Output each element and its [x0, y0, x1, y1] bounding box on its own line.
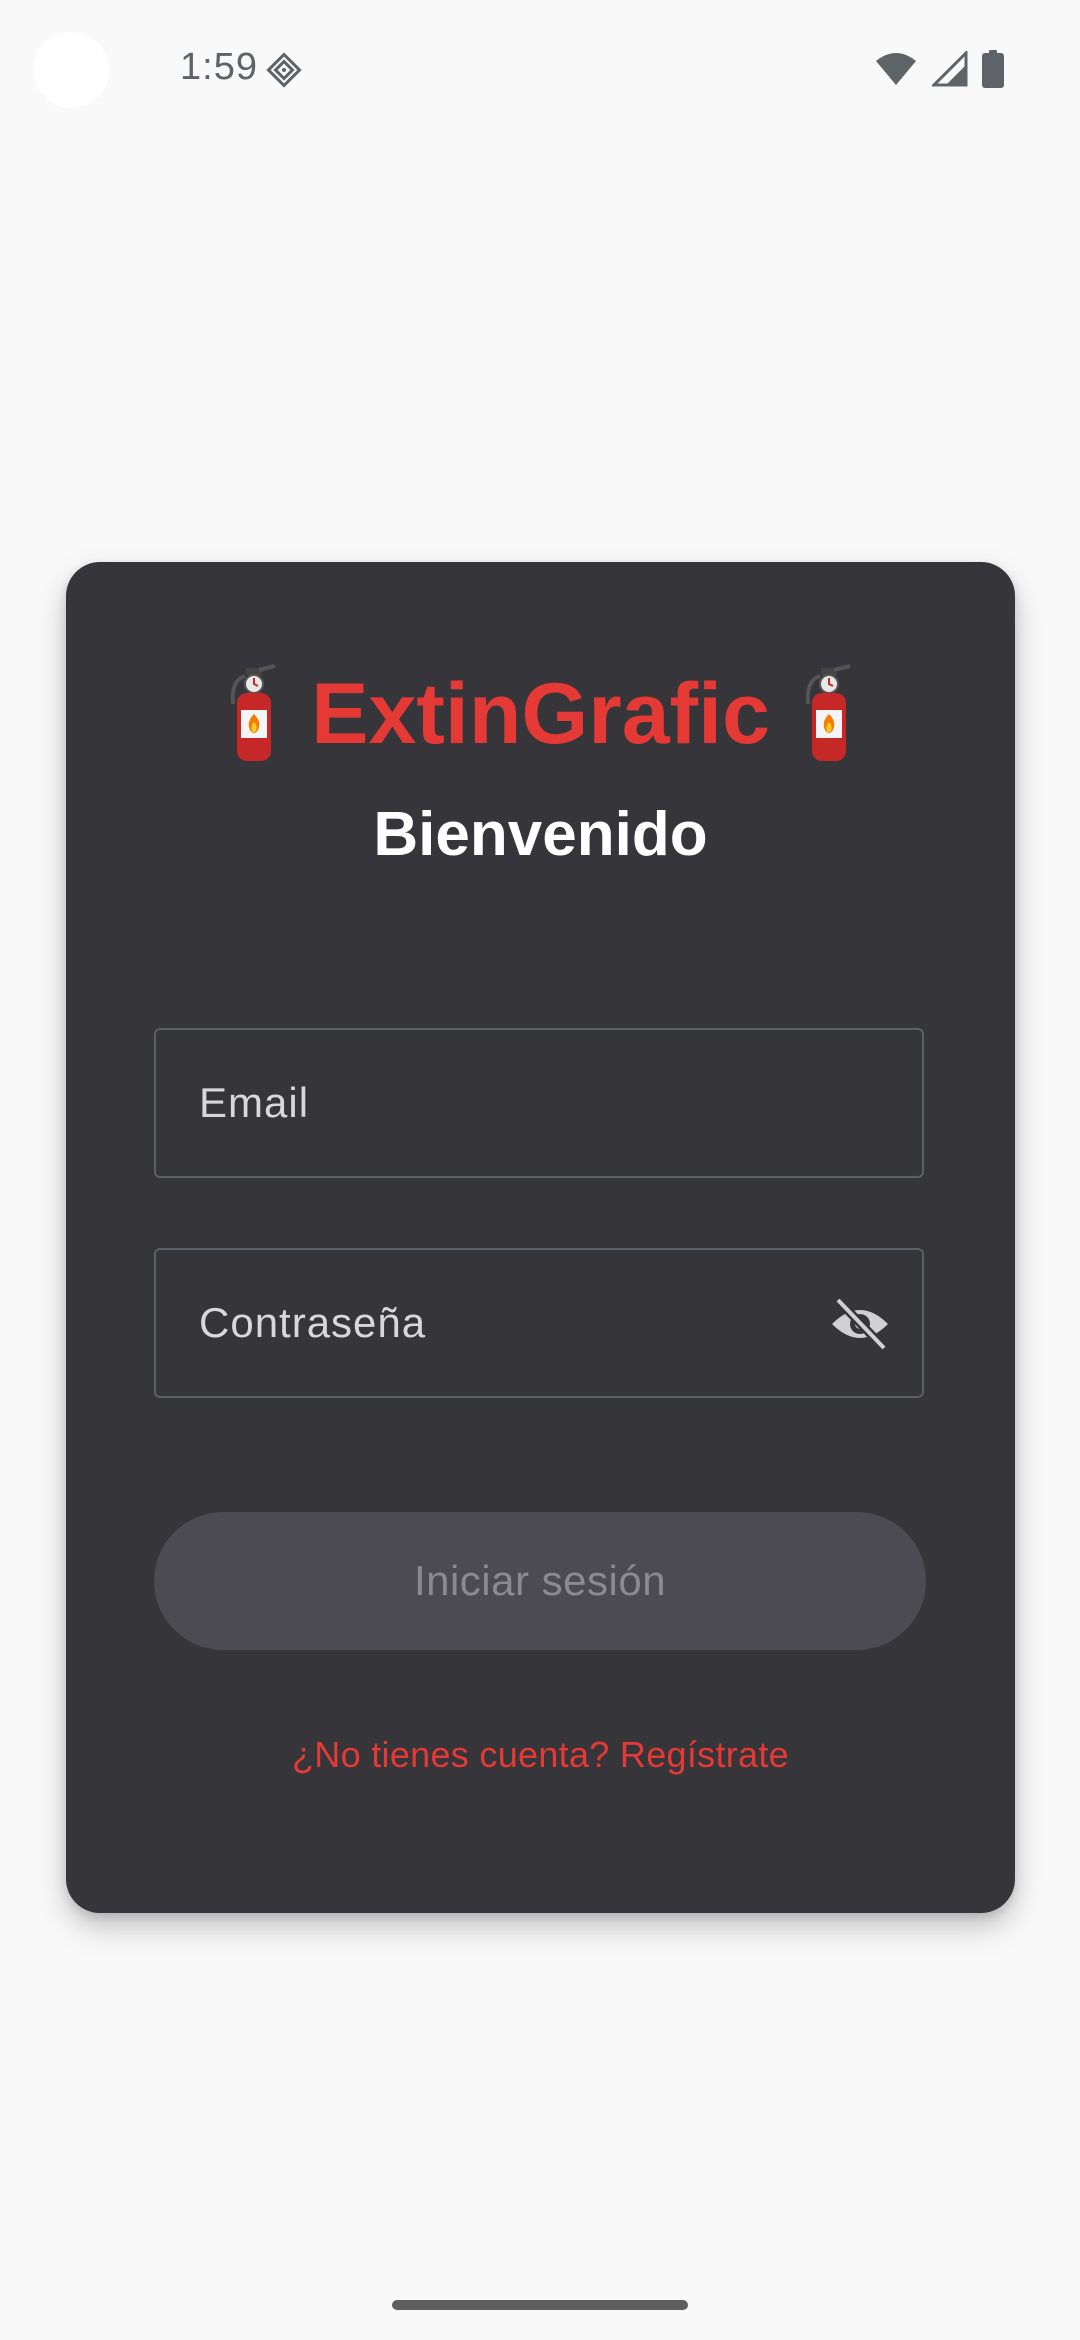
welcome-heading: Bienvenido: [373, 800, 708, 869]
home-indicator[interactable]: [392, 2300, 688, 2310]
wifi-icon: [876, 53, 916, 85]
password-field[interactable]: Contraseña: [154, 1248, 924, 1398]
fire-extinguisher-icon: [230, 664, 276, 761]
register-link[interactable]: ¿No tienes cuenta? Regístrate: [66, 1734, 1015, 1776]
signal-icon: [932, 51, 968, 87]
brand-header: ExtinGrafic: [66, 654, 1015, 774]
app-title: ExtinGrafic: [311, 666, 770, 762]
camera-cutout: [33, 32, 109, 108]
email-field-label: Email: [199, 1079, 310, 1126]
eye-off-icon[interactable]: [828, 1296, 892, 1352]
login-card: ExtinGrafic Bienvenido Email Contraseña …: [66, 562, 1015, 1913]
battery-icon: [982, 50, 1004, 88]
fire-extinguisher-icon: [805, 664, 851, 761]
password-field-label: Contraseña: [199, 1299, 427, 1346]
email-field[interactable]: Email: [154, 1028, 924, 1178]
status-icons: [874, 50, 1004, 88]
app-notification-icon: [266, 52, 302, 88]
status-time: 1:59: [180, 46, 258, 88]
status-bar: 1:59: [0, 0, 1080, 140]
login-button[interactable]: Iniciar sesión: [154, 1512, 926, 1650]
